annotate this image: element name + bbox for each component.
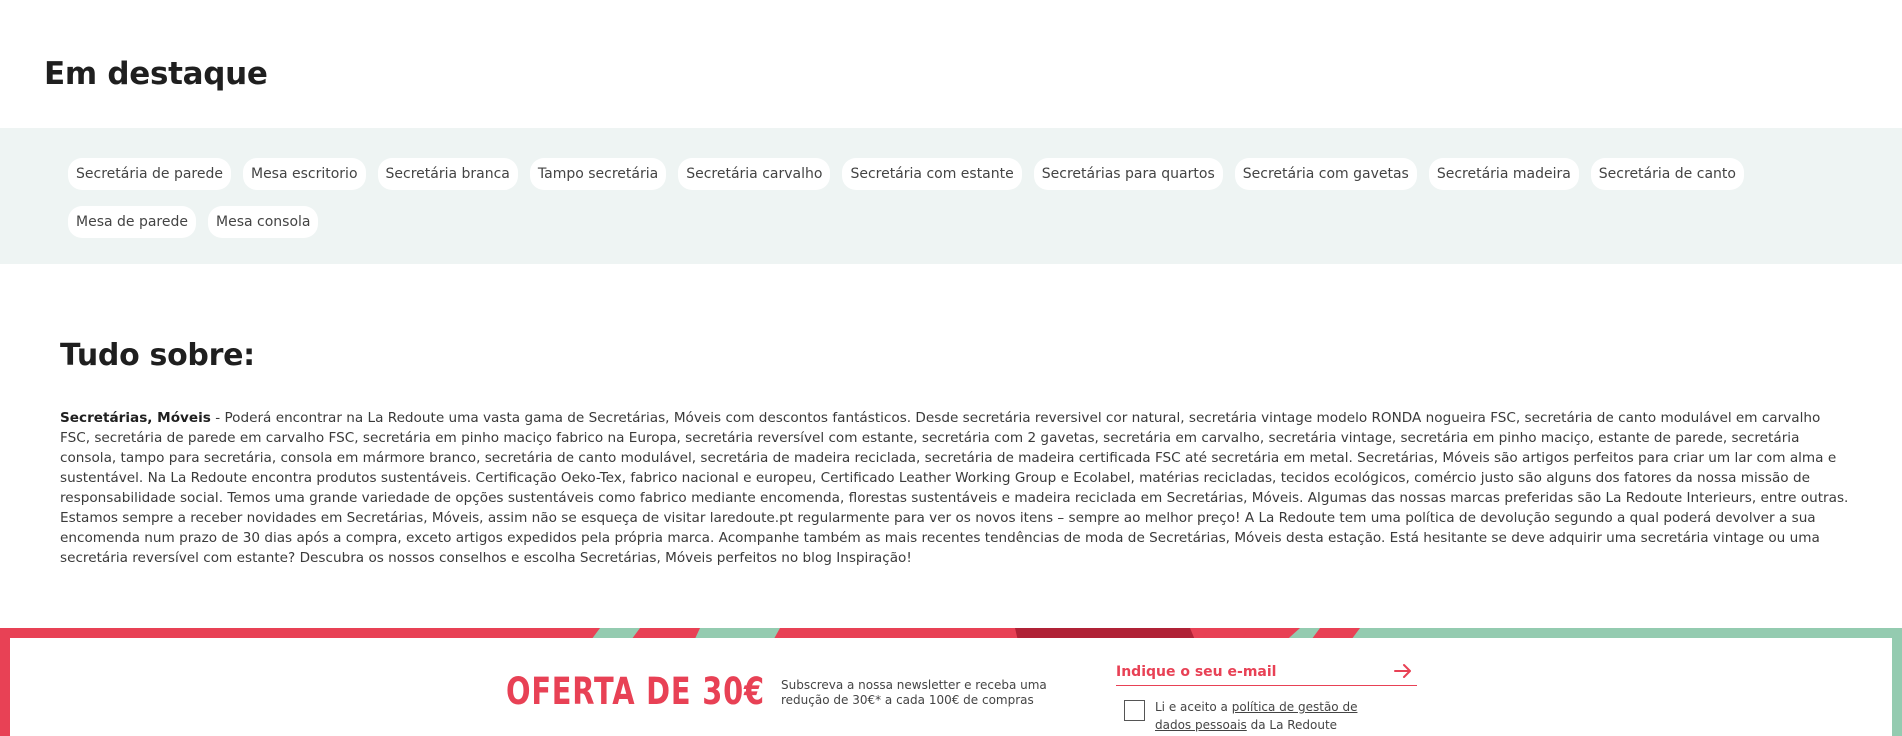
- featured-chip[interactable]: Secretárias para quartos: [1033, 158, 1223, 190]
- consent-label: Li e aceito a política de gestão de dado…: [1155, 698, 1395, 734]
- featured-chips-list: Secretária de parede Mesa escritorio Secre…: [68, 158, 1848, 238]
- consent-suffix: da La Redoute: [1246, 718, 1338, 732]
- arrow-right-icon: [1394, 664, 1411, 678]
- featured-chip[interactable]: Secretária de canto: [1590, 158, 1744, 190]
- about-title: Tudo sobre:: [60, 338, 255, 373]
- consent-checkbox[interactable]: [1124, 700, 1145, 721]
- featured-chip[interactable]: Tampo secretária: [529, 158, 667, 190]
- offer-headline: OFERTA DE 30€: [506, 670, 765, 713]
- featured-chip[interactable]: Secretária madeira: [1428, 158, 1579, 190]
- featured-chip[interactable]: Mesa consola: [208, 206, 319, 238]
- featured-chip[interactable]: Secretária carvalho: [678, 158, 831, 190]
- newsletter-banner: OFERTA DE 30€ Subscreva a nossa newslett…: [0, 628, 1902, 736]
- email-field-wrapper: [1116, 660, 1417, 686]
- featured-title: Em destaque: [44, 56, 268, 92]
- about-lead: Secretárias, Móveis: [60, 410, 211, 426]
- newsletter-submit-button[interactable]: [1391, 660, 1415, 684]
- featured-chip[interactable]: Mesa de parede: [68, 206, 196, 238]
- offer-description: Subscreva a nossa newsletter e receba um…: [781, 678, 1047, 707]
- featured-chip[interactable]: Secretária com estante: [842, 158, 1022, 190]
- about-description: Secretárias, Móveis - Poderá encontrar n…: [60, 408, 1850, 568]
- page: Em destaque Secretária de parede Mesa esc…: [0, 0, 1902, 736]
- email-input[interactable]: [1116, 660, 1376, 684]
- featured-chip[interactable]: Mesa escritorio: [242, 158, 366, 190]
- about-body: - Poderá encontrar na La Redoute uma vas…: [60, 410, 1849, 566]
- featured-chip[interactable]: Secretária de parede: [68, 158, 231, 190]
- featured-chip[interactable]: Secretária branca: [377, 158, 518, 190]
- newsletter-panel: OFERTA DE 30€ Subscreva a nossa newslett…: [10, 638, 1892, 736]
- featured-chip[interactable]: Secretária com gavetas: [1234, 158, 1417, 190]
- consent-prefix: Li e aceito a: [1155, 700, 1232, 714]
- featured-chips-section: Secretária de parede Mesa escritorio Secre…: [0, 128, 1902, 264]
